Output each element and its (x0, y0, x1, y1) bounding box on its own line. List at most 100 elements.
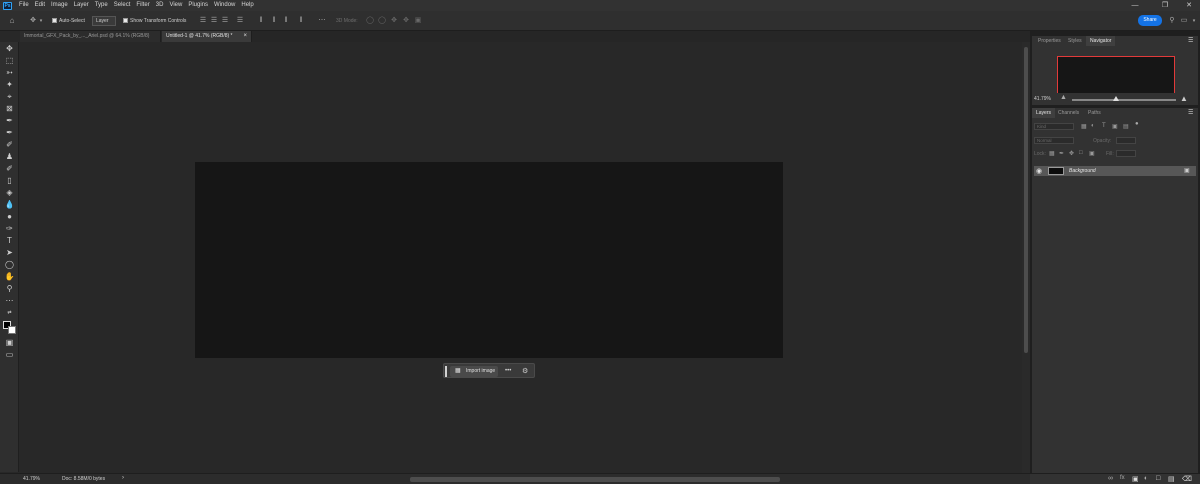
filter-pixel-icon[interactable]: ▦ (1081, 123, 1087, 130)
home-icon[interactable]: ⌂ (8, 17, 16, 25)
tab-styles[interactable]: Styles (1064, 36, 1086, 46)
minimize-icon[interactable]: — (1122, 0, 1148, 11)
brush-tool-icon[interactable]: ✐ (4, 140, 15, 150)
scroll-thumb[interactable] (1024, 47, 1028, 353)
healing-brush-tool-icon[interactable]: ✒ (4, 128, 15, 138)
fill-input[interactable] (1116, 150, 1136, 157)
opacity-input[interactable] (1116, 137, 1136, 144)
clone-stamp-tool-icon[interactable]: ♟ (4, 152, 15, 162)
new-layer-icon[interactable]: ▤ (1168, 475, 1175, 483)
menu-select[interactable]: Select (111, 0, 134, 11)
type-tool-icon[interactable]: T (4, 236, 15, 246)
layer-filter-kind[interactable]: Kind (1034, 123, 1074, 130)
lock-position-icon[interactable]: ✥ (1069, 150, 1074, 157)
tab-properties[interactable]: Properties (1034, 36, 1065, 46)
frame-tool-icon[interactable]: ⊠ (4, 104, 15, 114)
import-image-button[interactable]: ▦ Import image (450, 366, 498, 377)
lock-pixels-icon[interactable]: ✒ (1059, 150, 1064, 157)
fx-icon[interactable]: fx (1120, 475, 1125, 481)
search-icon[interactable]: ⚲ (1168, 17, 1176, 25)
menu-3d[interactable]: 3D (153, 0, 167, 11)
path-selection-tool-icon[interactable]: ➤ (4, 248, 15, 258)
drag-handle[interactable] (445, 366, 447, 377)
adjustment-layer-icon[interactable]: ◐ (1144, 475, 1148, 482)
align-left-icon[interactable]: ☰ (199, 17, 207, 25)
quick-select-tool-icon[interactable]: ✦ (4, 80, 15, 90)
workspace-icon[interactable]: ▭ (1180, 17, 1188, 25)
add-mask-icon[interactable]: ▣ (1132, 475, 1139, 483)
navigator-zoom-value[interactable]: 41.79% (1034, 96, 1051, 102)
layer-select[interactable]: Layer (92, 16, 116, 26)
paint-bucket-tool-icon[interactable]: ◈ (4, 188, 15, 198)
lock-all-icon[interactable]: ▣ (1089, 150, 1095, 157)
vertical-scrollbar[interactable] (1022, 42, 1030, 473)
filter-type-icon[interactable]: T (1102, 123, 1106, 129)
more-options-button[interactable]: ••• (505, 366, 511, 377)
settings-sliders-icon[interactable]: ⚙ (522, 366, 528, 377)
share-button[interactable]: Share (1138, 15, 1162, 26)
hand-tool-icon[interactable]: ✋ (4, 272, 15, 282)
menu-edit[interactable]: Edit (32, 0, 48, 11)
close-tab-icon[interactable]: × (243, 31, 247, 42)
edit-toolbar-icon[interactable]: ⋯ (4, 296, 15, 306)
background-color-swatch[interactable] (8, 326, 16, 334)
history-brush-tool-icon[interactable]: ✐ (4, 164, 15, 174)
document-canvas[interactable] (195, 162, 783, 358)
zoom-slider-knob[interactable] (1112, 96, 1119, 101)
filter-shape-icon[interactable]: ▣ (1112, 123, 1118, 130)
delete-layer-icon[interactable]: ⌫ (1182, 475, 1192, 483)
panel-menu-icon[interactable]: ☰ (1188, 109, 1193, 116)
crop-tool-icon[interactable]: ⌖ (4, 92, 15, 102)
move-tool-icon[interactable]: ✥ (4, 44, 15, 54)
align-center-icon[interactable]: ☰ (210, 17, 218, 25)
filter-toggle-icon[interactable]: ● (1135, 121, 1139, 127)
tab-immortal-gfx-pack[interactable]: Immortal_GFX_Pack_by_..._Ariel.psd @ 64.… (20, 31, 161, 42)
chevron-right-icon[interactable]: › (122, 475, 124, 481)
tab-paths[interactable]: Paths (1084, 108, 1105, 118)
menu-filter[interactable]: Filter (133, 0, 152, 11)
show-transform-checkbox[interactable]: Show Transform Controls (123, 16, 186, 26)
eraser-tool-icon[interactable]: ▯ (4, 176, 15, 186)
menu-plugins[interactable]: Plugins (185, 0, 211, 11)
zoom-in-icon[interactable]: ▲ (1180, 94, 1188, 103)
menu-help[interactable]: Help (238, 0, 256, 11)
more-options-icon[interactable]: ⋯ (318, 17, 326, 25)
tab-layers[interactable]: Layers (1032, 108, 1056, 118)
chevron-down-icon[interactable]: ▾ (1190, 17, 1198, 25)
menu-type[interactable]: Type (92, 0, 111, 11)
dodge-tool-icon[interactable]: ● (4, 212, 15, 222)
panel-menu-icon[interactable]: ☰ (1188, 37, 1193, 44)
menu-view[interactable]: View (166, 0, 185, 11)
tab-channels[interactable]: Channels (1054, 108, 1083, 118)
tab-navigator[interactable]: Navigator (1086, 36, 1116, 46)
blur-tool-icon[interactable]: 💧 (4, 200, 15, 210)
blend-mode-select[interactable]: Normal (1034, 137, 1074, 144)
eyedropper-tool-icon[interactable]: ✒ (4, 116, 15, 126)
quick-mask-icon[interactable]: ▣ (4, 338, 15, 348)
zoom-readout[interactable]: 41.79% (23, 476, 40, 482)
pen-tool-icon[interactable]: ✑ (4, 224, 15, 234)
distribute-icon[interactable]: ‖ (297, 17, 305, 25)
eye-icon[interactable]: ◉ (1036, 167, 1042, 175)
filter-adjustment-icon[interactable]: ◐ (1091, 123, 1095, 129)
lock-transparency-icon[interactable]: ▦ (1049, 150, 1055, 157)
distribute-icon[interactable]: ‖ (270, 17, 278, 25)
lock-artboard-icon[interactable]: □ (1079, 150, 1083, 156)
zoom-tool-icon[interactable]: ⚲ (4, 284, 15, 294)
lasso-tool-icon[interactable]: ➳ (4, 68, 15, 78)
auto-select-checkbox[interactable]: Auto-Select (52, 16, 85, 26)
chevron-down-icon[interactable]: ▾ (37, 17, 45, 25)
ellipse-tool-icon[interactable]: ◯ (4, 260, 15, 270)
menu-file[interactable]: File (16, 0, 32, 11)
restore-icon[interactable]: ❐ (1152, 0, 1178, 11)
close-window-icon[interactable]: ✕ (1176, 0, 1200, 11)
screen-mode-icon[interactable]: ▭ (4, 350, 15, 360)
filter-smart-object-icon[interactable]: ▤ (1123, 123, 1129, 130)
align-top-icon[interactable]: ☰ (236, 17, 244, 25)
zoom-out-icon[interactable]: ▲ (1060, 94, 1067, 101)
navigator-preview[interactable] (1057, 56, 1175, 95)
menu-image[interactable]: Image (48, 0, 71, 11)
horizontal-scroll-thumb[interactable] (410, 477, 780, 482)
layer-row-background[interactable]: ◉ Background ▣ (1034, 166, 1196, 176)
zoom-slider[interactable] (1072, 96, 1176, 101)
